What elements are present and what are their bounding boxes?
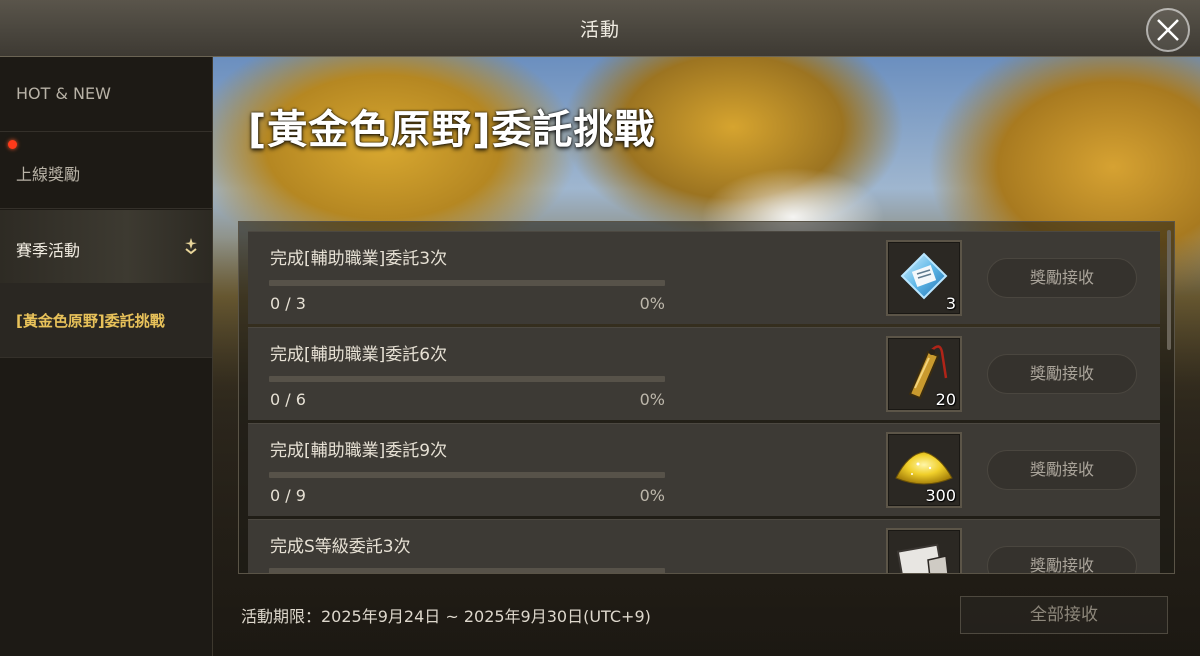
mission-title: 完成[輔助職業]委託6次 — [270, 345, 448, 365]
close-icon — [1157, 19, 1179, 41]
progress-count: 0 / 6 — [270, 390, 306, 409]
progress-percent: 0% — [639, 390, 665, 409]
reward-quantity: 300 — [925, 486, 956, 505]
reward-quantity: 20 — [935, 390, 956, 409]
claim-all-button[interactable]: 全部接收 — [960, 596, 1168, 634]
claim-reward-button[interactable]: 獎勵接收 — [987, 354, 1137, 394]
progress-percent: 0% — [639, 294, 665, 313]
sidebar-item-hot-new[interactable]: HOT & NEW — [0, 57, 212, 132]
sidebar-item-label: [黃金色原野]委託挑戰 — [16, 312, 165, 330]
reward-item[interactable] — [886, 528, 962, 573]
sidebar-subitem-golden-field[interactable]: [黃金色原野]委託挑戰 — [0, 283, 212, 358]
progress-count: 0 / 9 — [270, 486, 306, 505]
expand-icon — [185, 238, 197, 255]
sidebar-item-label: 賽季活動 — [16, 241, 81, 260]
title-bar: 活動 — [0, 0, 1200, 57]
claim-reward-button[interactable]: 獎勵接收 — [987, 546, 1137, 573]
progress-bar — [269, 472, 665, 478]
progress-bar — [269, 376, 665, 382]
scrollbar[interactable] — [1167, 230, 1171, 350]
reward-quantity: 3 — [945, 294, 956, 313]
sidebar-item-label: 上線獎勵 — [16, 165, 81, 184]
mission-title: 完成[輔助職業]委託3次 — [270, 249, 448, 269]
main-content: [黃金色原野]委託挑戰 完成[輔助職業]委託3次 0 / 3 0% 3 獎勵接收 — [213, 57, 1200, 656]
progress-bar — [269, 280, 665, 286]
progress-count: 0 / 3 — [270, 294, 306, 313]
sidebar-item-login-reward[interactable]: 上線獎勵 — [0, 134, 212, 209]
progress-percent: 0% — [639, 486, 665, 505]
sidebar: HOT & NEW 上線獎勵 賽季活動 [黃金色原野]委託挑戰 — [0, 57, 213, 656]
reward-item[interactable]: 20 — [886, 336, 962, 412]
document-icon — [896, 543, 949, 573]
mission-row: 完成[輔助職業]委託9次 0 / 9 0% 300 獎勵接收 — [248, 423, 1160, 516]
notification-dot — [8, 140, 17, 149]
event-period: 活動期限：2025年9月24日 ~ 2025年9月30日(UTC+9) — [241, 607, 651, 626]
mission-title: 完成[輔助職業]委託9次 — [270, 441, 448, 461]
reward-item[interactable]: 300 — [886, 432, 962, 508]
mission-row: 完成[輔助職業]委託3次 0 / 3 0% 3 獎勵接收 — [248, 231, 1160, 324]
reward-item[interactable]: 3 — [886, 240, 962, 316]
mission-row: 完成S等級委託3次 獎勵接收 — [248, 519, 1160, 573]
mission-title: 完成S等級委託3次 — [270, 537, 411, 557]
event-title: [黃金色原野]委託挑戰 — [248, 107, 656, 153]
close-button[interactable] — [1146, 8, 1190, 52]
sidebar-item-season-event[interactable]: 賽季活動 — [0, 210, 212, 285]
mission-list[interactable]: 完成[輔助職業]委託3次 0 / 3 0% 3 獎勵接收 完成[輔助職業]委託6… — [238, 221, 1175, 574]
progress-bar — [269, 568, 665, 573]
sidebar-item-label: HOT & NEW — [16, 84, 111, 103]
window-title: 活動 — [579, 19, 620, 41]
claim-reward-button[interactable]: 獎勵接收 — [987, 258, 1137, 298]
mission-row: 完成[輔助職業]委託6次 0 / 6 0% 20 獎勵接收 — [248, 327, 1160, 420]
claim-reward-button[interactable]: 獎勵接收 — [987, 450, 1137, 490]
